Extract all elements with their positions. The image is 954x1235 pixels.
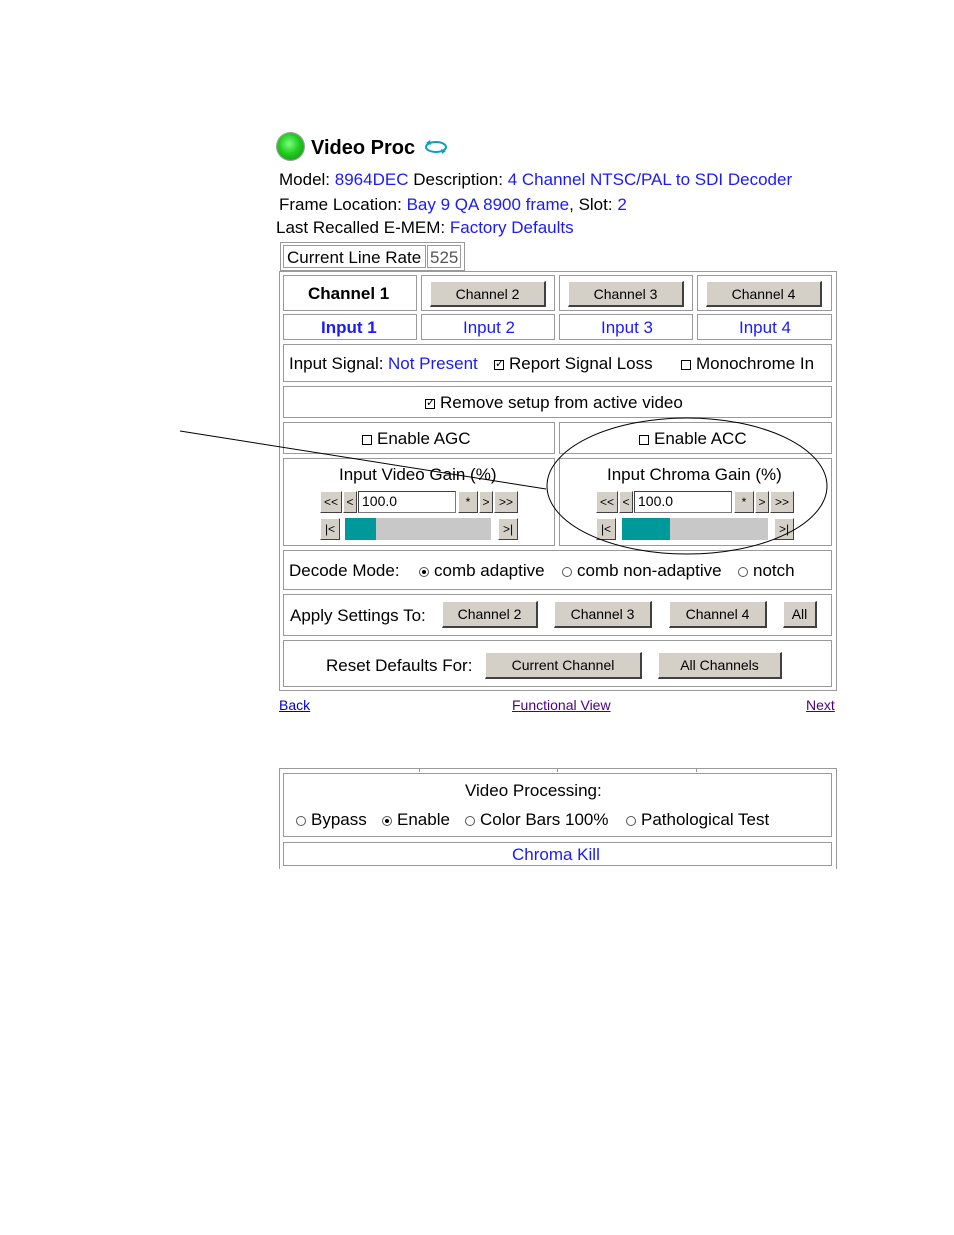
callout-annotation (179, 417, 828, 555)
callout-ellipse (546, 417, 828, 555)
callout-line (179, 430, 547, 490)
